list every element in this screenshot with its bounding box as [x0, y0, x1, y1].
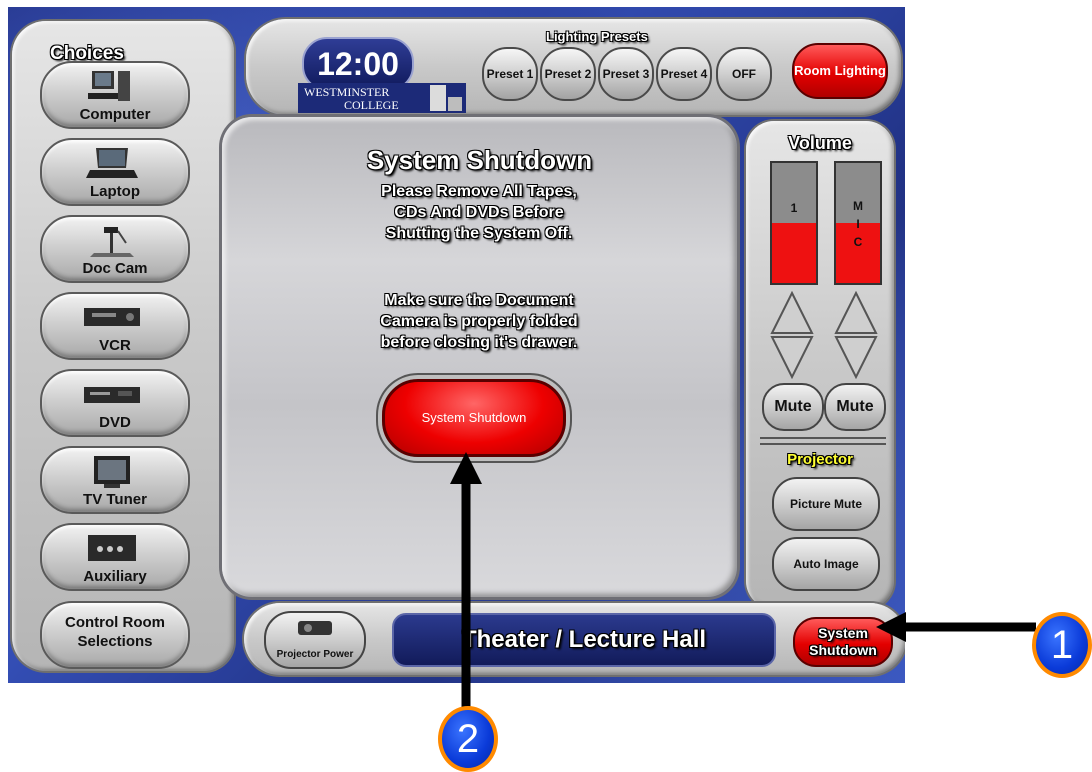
callout-1: 1 [1032, 612, 1092, 678]
callout-2: 2 [438, 706, 498, 772]
annotation-arrows [450, 452, 1036, 718]
